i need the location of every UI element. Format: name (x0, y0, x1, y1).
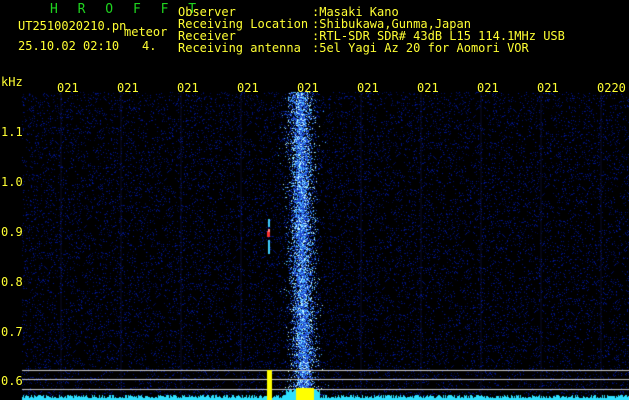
datetime-label: 25.10.02 02:10 (18, 39, 120, 53)
y-tick-label: 0.7 (1, 325, 23, 339)
y-tick-label: 0.6 (1, 374, 23, 388)
time-tick-label: 021 (297, 81, 319, 95)
time-tick-label: 021 (477, 81, 499, 95)
count-label: 4. (142, 39, 157, 53)
filename-label: UT2510020210.pn (18, 19, 127, 33)
time-tick-label: 021 (237, 81, 259, 95)
time-tick-label: 021 (417, 81, 439, 95)
y-axis-unit: kHz (1, 75, 23, 89)
y-tick-label: 1.0 (1, 175, 23, 189)
info-label-antenna: Receiving antenna (178, 41, 301, 55)
y-tick-label: 0.9 (1, 225, 23, 239)
waterfall-spectrogram (0, 0, 629, 400)
mode-label: meteor (124, 25, 168, 39)
info-value-antenna: :5el Yagi Az 20 for Aomori VOR (312, 41, 529, 55)
time-tick-label: 021 (117, 81, 139, 95)
time-tick-label: 021 (177, 81, 199, 95)
time-tick-label: 021 (357, 81, 379, 95)
time-tick-label: 0220 (597, 81, 626, 95)
y-tick-label: 1.1 (1, 125, 23, 139)
y-tick-label: 0.8 (1, 275, 23, 289)
time-tick-label: 021 (57, 81, 79, 95)
time-tick-label: 021 (537, 81, 559, 95)
